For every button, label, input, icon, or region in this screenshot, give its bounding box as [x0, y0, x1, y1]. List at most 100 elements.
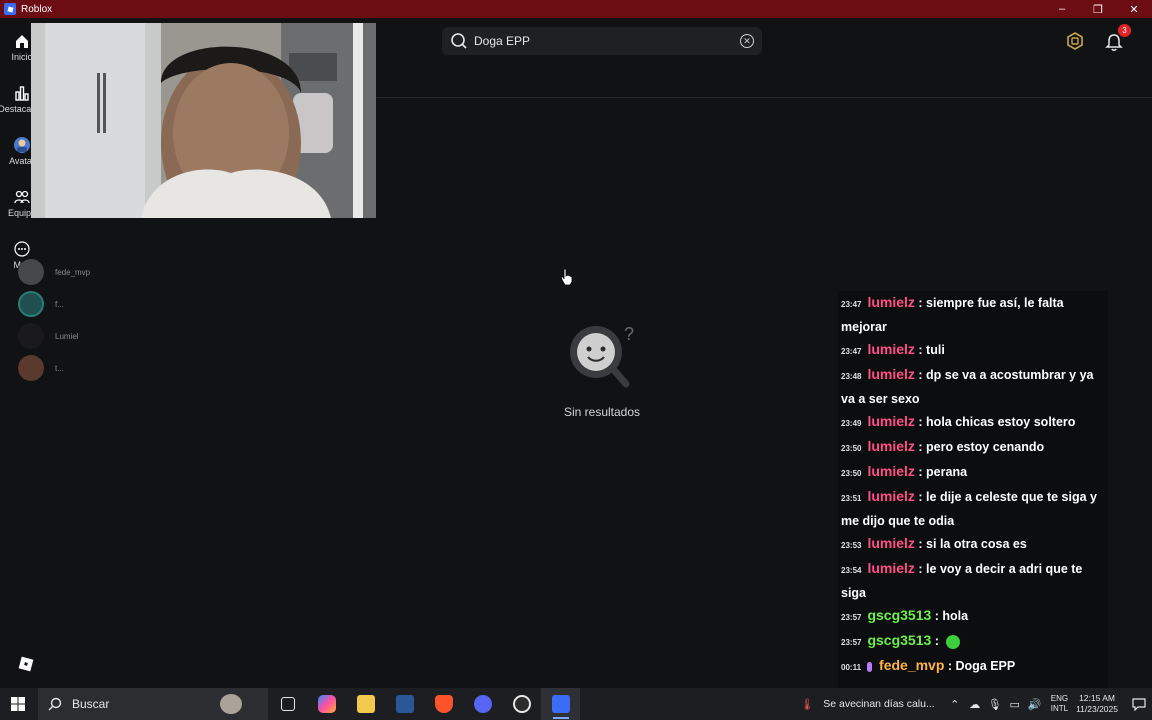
charts-icon — [13, 84, 31, 102]
friend-name: Lumiel — [55, 331, 79, 341]
notification-badge: 3 — [1118, 24, 1131, 37]
avatar — [18, 355, 44, 381]
language-indicator[interactable]: ENG INTL — [1051, 694, 1068, 714]
window-titlebar: Roblox – ❐ ✕ — [0, 0, 1152, 18]
chat-message: 23:50 lumielz : pero estoy cenando — [838, 435, 1108, 460]
chat-message: 23:47 lumielz : tuli — [838, 338, 1108, 363]
roblox-logo-icon[interactable] — [18, 656, 34, 672]
roblox-taskbar-button[interactable] — [541, 688, 580, 720]
chat-message: 23:47 lumielz : siempre fue así, le falta… — [838, 291, 1108, 338]
copilot-button[interactable] — [307, 688, 346, 720]
window-controls: – ❐ ✕ — [1044, 0, 1152, 18]
chat-separator: : — [914, 490, 927, 504]
no-results-text: Sin resultados — [563, 405, 641, 419]
robux-icon[interactable] — [1066, 32, 1084, 50]
chat-separator: : — [914, 343, 927, 357]
clock-time: 12:15 AM — [1079, 693, 1115, 703]
roblox-icon — [551, 695, 570, 713]
cloud-icon[interactable]: ☁ — [968, 697, 982, 711]
nav-label: Inicio — [11, 52, 33, 62]
friend-item[interactable]: t... — [18, 355, 64, 381]
friend-item[interactable]: f... — [18, 291, 64, 317]
search-icon — [450, 32, 468, 50]
task-view-icon — [280, 697, 295, 711]
hand-cursor-icon — [560, 268, 574, 286]
search-bar[interactable]: ✕ — [442, 27, 762, 55]
roblox-app: Inicio Destacados Avatar Equipo Más fede… — [0, 18, 1152, 688]
chat-message: 23:49 lumielz : hola chicas estoy soltero — [838, 410, 1108, 435]
more-icon — [13, 240, 31, 258]
obs-icon — [512, 695, 531, 713]
chat-message: 23:48 lumielz : dp se va a acostumbrar y … — [838, 363, 1108, 410]
windows-icon — [11, 697, 25, 711]
webcam-overlay — [31, 23, 376, 218]
thermometer-icon[interactable]: 🌡 — [800, 697, 814, 711]
chat-message: 00:11 fede_mvp : Doga EPP — [838, 654, 1108, 679]
chat-text: pero estoy cenando — [926, 440, 1045, 454]
clear-search-icon[interactable]: ✕ — [740, 34, 754, 48]
lang-layout: INTL — [1050, 704, 1069, 713]
chat-message: 23:53 lumielz : si la otra cosa es — [838, 532, 1108, 557]
lang-code: ENG — [1050, 694, 1069, 703]
minimize-button[interactable]: – — [1044, 0, 1080, 18]
avatar — [18, 291, 44, 317]
team-icon — [13, 188, 31, 206]
chat-timestamp: 23:47 — [841, 347, 862, 356]
search-input[interactable] — [474, 34, 724, 48]
notifications-button[interactable]: 3 — [1104, 24, 1131, 52]
chat-separator: : — [944, 659, 956, 673]
discord-button[interactable] — [463, 688, 502, 720]
home-icon — [13, 32, 31, 50]
chat-timestamp: 23:51 — [841, 494, 862, 503]
network-icon[interactable]: ▭ — [1008, 697, 1022, 711]
friend-item[interactable]: fede_mvp — [18, 259, 90, 285]
chat-separator: : — [914, 415, 927, 429]
chat-message: 23:51 lumielz : le dije a celeste que te … — [838, 485, 1108, 532]
task-view-button[interactable] — [268, 688, 307, 720]
friend-item[interactable]: Lumiel — [18, 323, 79, 349]
chat-timestamp: 23:57 — [841, 638, 862, 647]
search-highlight-icon — [220, 694, 242, 714]
chat-timestamp: 23:57 — [841, 613, 862, 622]
roblox-app-icon — [4, 3, 16, 15]
avatar — [18, 323, 44, 349]
volume-icon[interactable]: 🔊 — [1028, 697, 1042, 711]
svg-text:?: ? — [624, 324, 634, 344]
taskbar-clock[interactable]: 12:15 AM 11/23/2025 — [1076, 693, 1118, 715]
restore-button[interactable]: ❐ — [1080, 0, 1116, 18]
brave-button[interactable] — [424, 688, 463, 720]
system-tray: 🌡 Se avecinan días calu... ⌃ ☁ 🎙 ▭ 🔊 ENG… — [797, 688, 1152, 720]
chat-username: lumielz — [867, 366, 915, 382]
taskbar-search[interactable]: Buscar — [38, 688, 268, 720]
chat-text: hola chicas estoy soltero — [926, 415, 1076, 429]
weather-text[interactable]: Se avecinan días calu... — [823, 698, 935, 710]
friend-name: t... — [55, 363, 64, 373]
chat-username: fede_mvp — [879, 657, 945, 673]
search-face-icon: ? — [562, 322, 642, 392]
friend-name: f... — [55, 299, 64, 309]
close-button[interactable]: ✕ — [1116, 0, 1152, 18]
stream-chat-overlay: 23:47 lumielz : siempre fue así, le falta… — [838, 291, 1108, 688]
chat-timestamp: 23:53 — [841, 541, 862, 550]
chat-separator: : — [914, 465, 927, 479]
start-button[interactable] — [0, 688, 36, 720]
chat-username: lumielz — [867, 413, 915, 429]
chevron-up-icon[interactable]: ⌃ — [948, 697, 962, 711]
chat-timestamp: 23:50 — [841, 469, 862, 478]
chat-separator: : — [914, 537, 927, 551]
obs-button[interactable] — [502, 688, 541, 720]
word-button[interactable] — [385, 688, 424, 720]
copilot-icon — [317, 695, 336, 713]
clock-date: 11/23/2025 — [1076, 704, 1118, 714]
chat-separator: : — [914, 296, 927, 310]
chat-message: 23:57 gscg3513 : hola — [838, 604, 1108, 629]
chat-separator: : — [914, 440, 927, 454]
file-explorer-button[interactable] — [346, 688, 385, 720]
chat-timestamp: 23:50 — [841, 444, 862, 453]
notification-center-button[interactable] — [1126, 697, 1152, 711]
chat-separator: : — [931, 634, 943, 648]
microphone-icon[interactable]: 🎙 — [988, 697, 1002, 711]
chat-separator: : — [914, 562, 927, 576]
search-icon — [48, 697, 62, 711]
file-explorer-icon — [356, 695, 375, 713]
